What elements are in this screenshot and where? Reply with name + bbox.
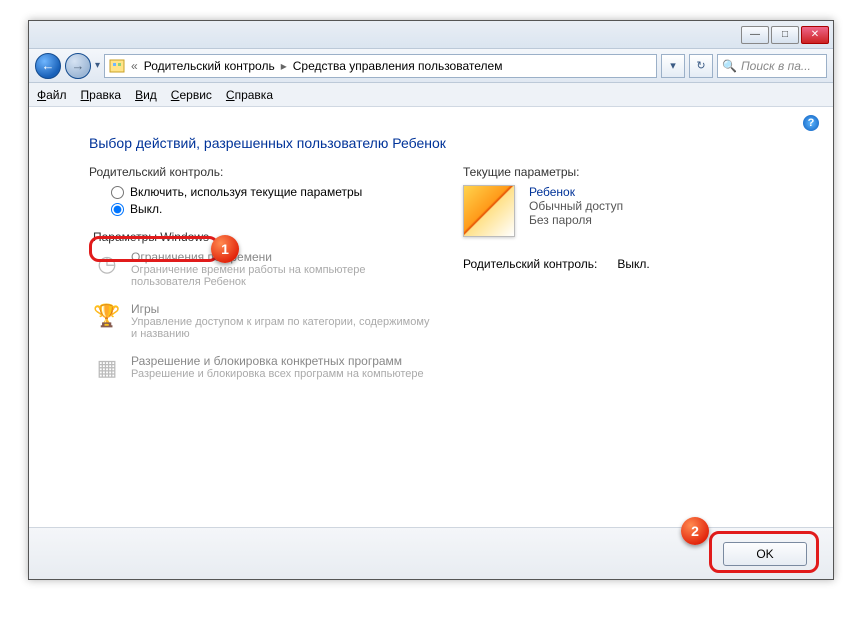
section-parental-control: Родительский контроль: xyxy=(89,165,433,179)
footer: OK xyxy=(29,527,833,579)
section-windows-params: Параметры Windows xyxy=(93,230,433,244)
breadcrumb-item[interactable]: Средства управления пользователем xyxy=(293,59,503,73)
forward-button[interactable]: → xyxy=(65,53,91,79)
option-desc: Ограничение времени работы на компьютере… xyxy=(131,264,433,288)
window: — □ ✕ ← → ▾ « Родительский контроль ▸ Ср… xyxy=(28,20,834,580)
user-card: Ребенок Обычный доступ Без пароля xyxy=(463,185,783,237)
avatar xyxy=(463,185,515,237)
option-title: Ограничения по времени xyxy=(131,250,433,264)
breadcrumb-item[interactable]: Родительский контроль xyxy=(144,59,275,73)
option-desc: Разрешение и блокировка всех программ на… xyxy=(131,368,424,380)
status-value: Выкл. xyxy=(617,257,649,271)
user-name: Ребенок xyxy=(529,185,623,199)
radio-disable-label[interactable]: Выкл. xyxy=(130,202,162,216)
user-password-status: Без пароля xyxy=(529,213,623,227)
menu-help[interactable]: Справка xyxy=(226,88,273,102)
option-title: Игры xyxy=(131,302,433,316)
option-programs: ▦ Разрешение и блокировка конкретных про… xyxy=(93,354,433,382)
search-placeholder: Поиск в па... xyxy=(741,59,811,73)
trophy-icon: 🏆 xyxy=(93,302,121,330)
help-icon[interactable]: ? xyxy=(803,115,819,131)
minimize-button[interactable]: — xyxy=(741,26,769,44)
navbar: ← → ▾ « Родительский контроль ▸ Средства… xyxy=(29,49,833,83)
page-title: Выбор действий, разрешенных пользователю… xyxy=(89,135,783,151)
option-time-limits: ◷ Ограничения по времени Ограничение вре… xyxy=(93,250,433,288)
address-dropdown-button[interactable]: ▾ xyxy=(661,54,685,78)
menu-tools[interactable]: Сервис xyxy=(171,88,212,102)
option-games: 🏆 Игры Управление доступом к играм по ка… xyxy=(93,302,433,340)
content-area: ? Выбор действий, разрешенных пользовате… xyxy=(29,107,833,527)
menu-file[interactable]: Файл xyxy=(37,88,67,102)
chevron-right-icon: ▸ xyxy=(281,59,287,73)
radio-disable[interactable] xyxy=(111,203,124,216)
clock-icon: ◷ xyxy=(93,250,121,278)
radio-enable[interactable] xyxy=(111,186,124,199)
user-type: Обычный доступ xyxy=(529,199,623,213)
menu-view[interactable]: Вид xyxy=(135,88,157,102)
maximize-button[interactable]: □ xyxy=(771,26,799,44)
back-button[interactable]: ← xyxy=(35,53,61,79)
section-current-params: Текущие параметры: xyxy=(463,165,783,179)
radio-enable-label[interactable]: Включить, используя текущие параметры xyxy=(130,185,362,199)
menubar: Файл Правка Вид Сервис Справка xyxy=(29,83,833,107)
location-icon xyxy=(109,58,125,74)
search-icon: 🔍 xyxy=(722,59,737,73)
menu-edit[interactable]: Правка xyxy=(81,88,122,102)
address-bar[interactable]: « Родительский контроль ▸ Средства управ… xyxy=(104,54,657,78)
option-desc: Управление доступом к играм по категории… xyxy=(131,316,433,340)
option-title: Разрешение и блокировка конкретных прогр… xyxy=(131,354,424,368)
titlebar: — □ ✕ xyxy=(29,21,833,49)
close-button[interactable]: ✕ xyxy=(801,26,829,44)
breadcrumb-prefix: « xyxy=(131,59,138,73)
ok-button[interactable]: OK xyxy=(723,542,807,566)
nav-history-dropdown[interactable]: ▾ xyxy=(95,60,100,71)
refresh-button[interactable]: ↻ xyxy=(689,54,713,78)
status-label: Родительский контроль: xyxy=(463,257,597,271)
search-input[interactable]: 🔍 Поиск в па... xyxy=(717,54,827,78)
blocks-icon: ▦ xyxy=(93,354,121,382)
